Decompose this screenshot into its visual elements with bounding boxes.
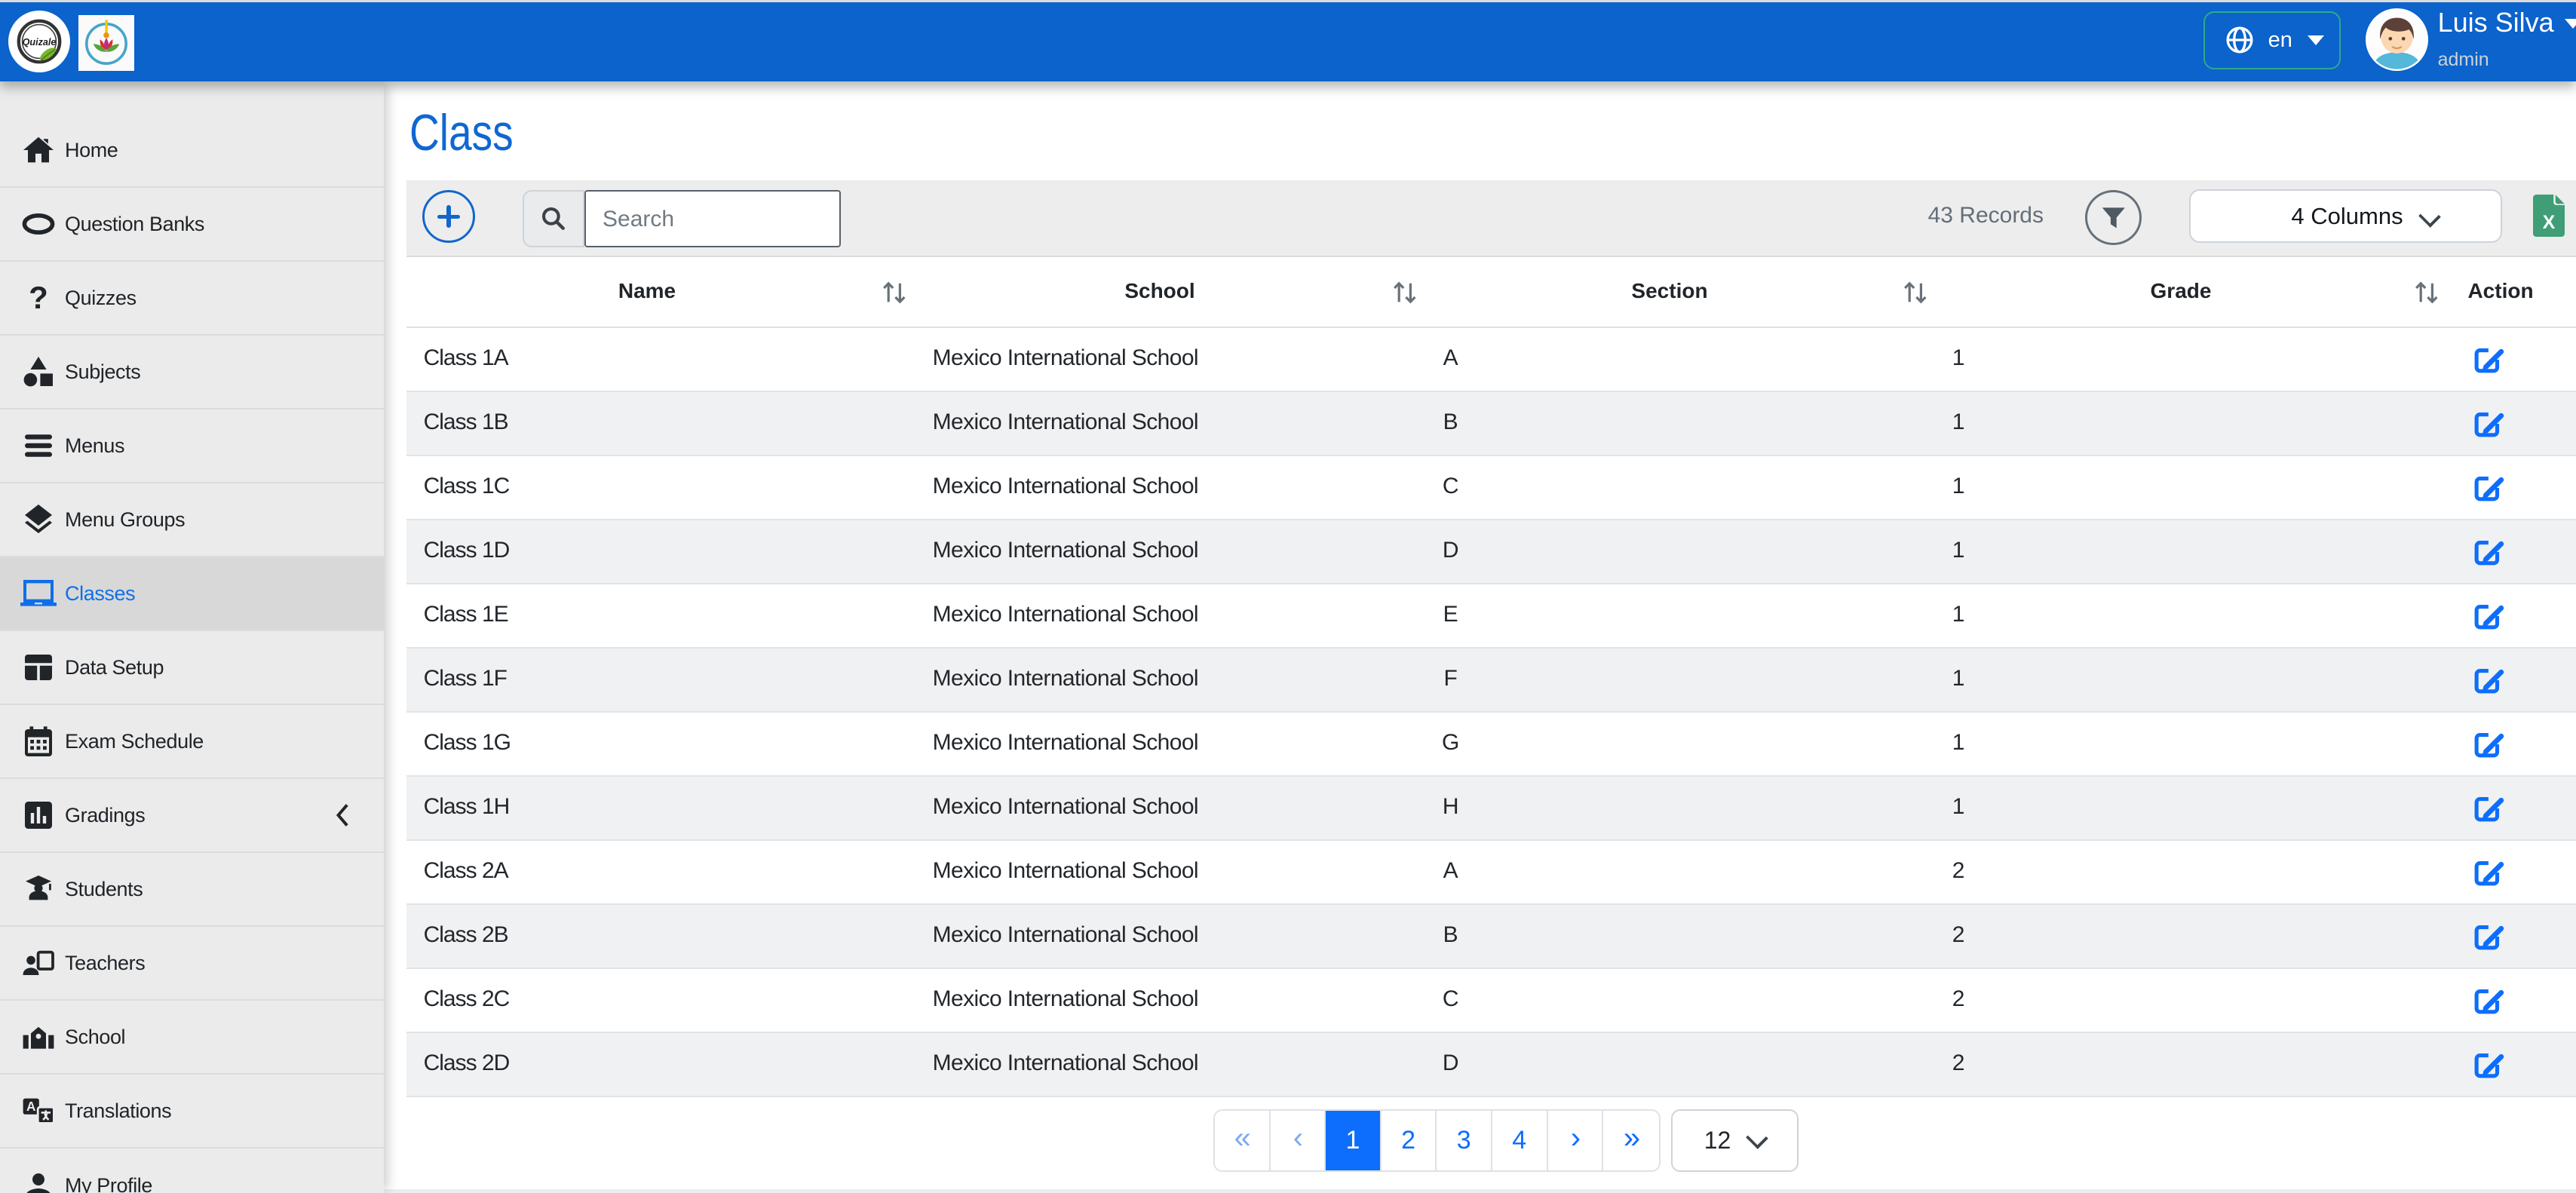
svg-text:A: A: [26, 1099, 35, 1114]
svg-text:X: X: [2543, 212, 2556, 233]
svg-text:Quizale: Quizale: [23, 37, 57, 48]
